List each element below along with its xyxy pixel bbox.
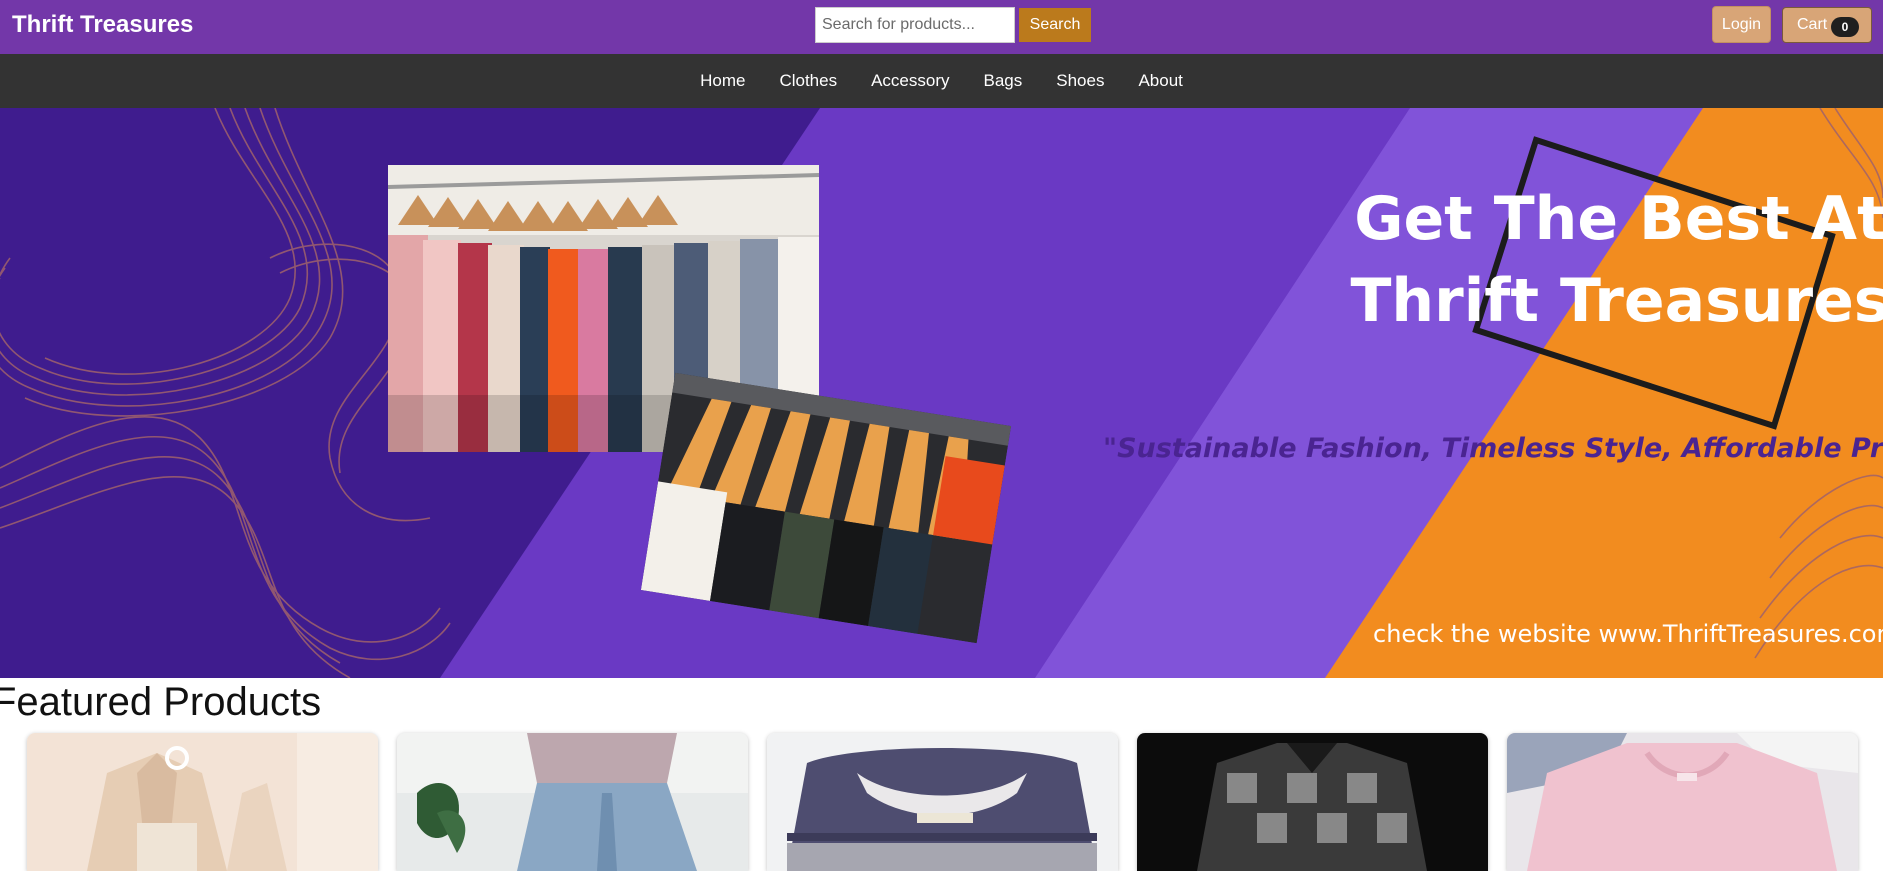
hero-website-text: check the website www.ThriftTreasures.co… <box>1373 620 1883 648</box>
nav-item-clothes[interactable]: Clothes <box>762 71 854 91</box>
product-image <box>397 733 748 871</box>
nav-item-shoes[interactable]: Shoes <box>1039 71 1121 91</box>
search-input[interactable] <box>815 7 1015 43</box>
product-image <box>1137 733 1488 871</box>
brand-logo[interactable]: Thrift Treasures <box>12 11 193 39</box>
nav-item-accessory[interactable]: Accessory <box>854 71 966 91</box>
nav-list: Home Clothes Accessory Bags Shoes About <box>0 54 1883 108</box>
nav-item-home[interactable]: Home <box>683 71 762 91</box>
product-card[interactable] <box>767 733 1118 871</box>
featured-products-heading: Featured Products <box>0 680 322 724</box>
product-card[interactable] <box>397 733 748 871</box>
cart-button[interactable]: Cart 0 <box>1782 7 1872 43</box>
hero-banner: Get The Best At Thrift Treasures "Sustai… <box>0 108 1883 678</box>
product-card[interactable] <box>1507 733 1858 871</box>
nav-item-about[interactable]: About <box>1121 71 1199 91</box>
product-card[interactable] <box>1137 733 1488 871</box>
product-image <box>767 733 1118 871</box>
hero-title-line-2: Thrift Treasures <box>1350 266 1883 336</box>
main-nav: Home Clothes Accessory Bags Shoes About <box>0 54 1883 108</box>
product-card[interactable] <box>27 733 378 871</box>
search-button[interactable]: Search <box>1019 8 1091 42</box>
hero-title-line-1: Get The Best At <box>1354 184 1883 254</box>
product-image <box>1507 733 1858 871</box>
login-button[interactable]: Login <box>1712 6 1771 43</box>
cart-label: Cart <box>1797 16 1828 33</box>
nav-item-bags[interactable]: Bags <box>967 71 1040 91</box>
hero-tagline: "Sustainable Fashion, Timeless Style, Af… <box>1103 433 1883 464</box>
cart-count-badge: 0 <box>1831 17 1859 37</box>
product-image <box>27 733 378 871</box>
top-bar: Thrift Treasures Search Login Cart 0 <box>0 0 1883 54</box>
hero-title: Get The Best At Thrift Treasures <box>1340 178 1883 342</box>
